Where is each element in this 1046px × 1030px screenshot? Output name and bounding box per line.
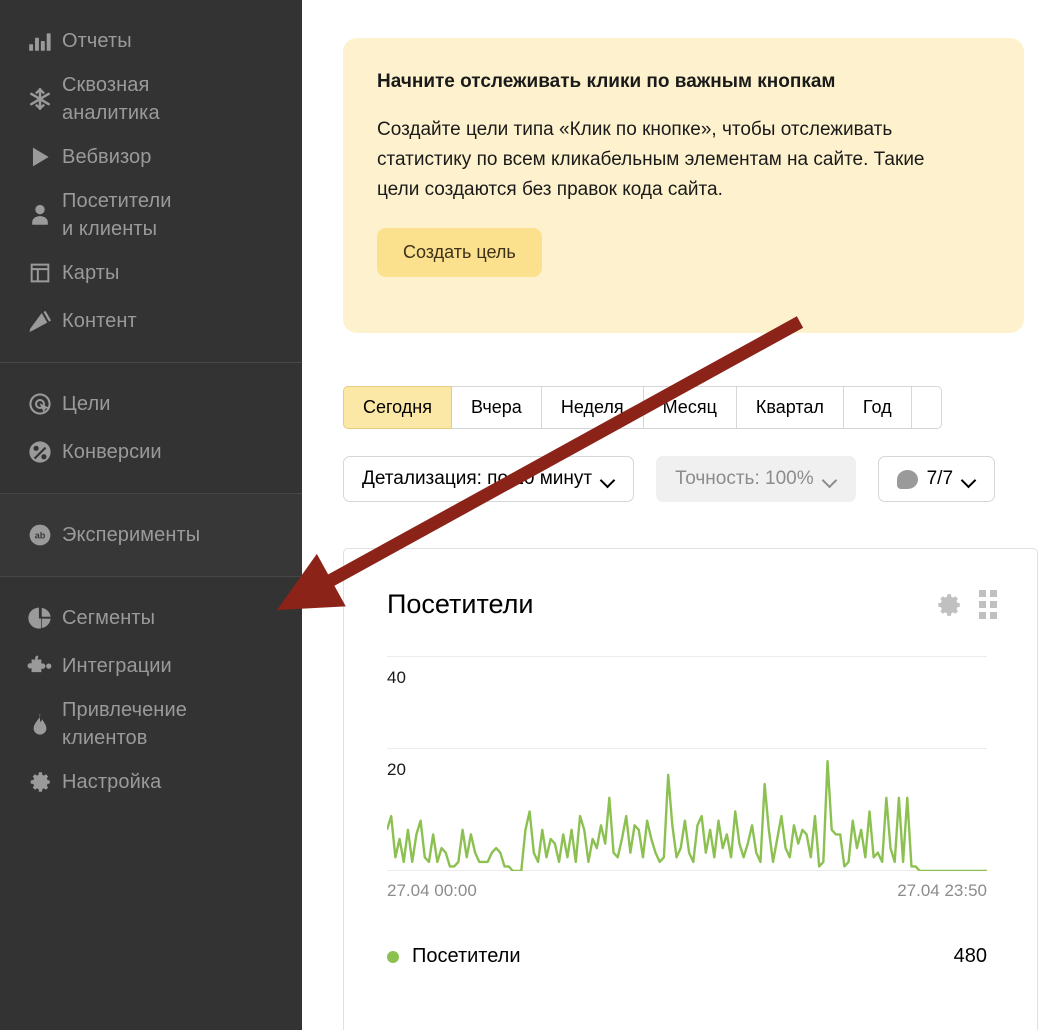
sidebar-item-label: Конверсии [62, 441, 162, 463]
promo-title: Начните отслеживать клики по важным кноп… [377, 71, 836, 92]
pie-chart-icon [18, 600, 62, 636]
sidebar-group-spacer [0, 345, 302, 362]
gear-icon [18, 764, 62, 800]
app-root: Отчеты Сквозная аналитика Вебвизор Посетите… [0, 0, 1046, 1030]
promo-body: Создайте цели типа «Клик по кнопке», что… [377, 119, 925, 200]
promo-banner: Начните отслеживать клики по важным кноп… [343, 38, 1024, 333]
x-axis-start-label: 27.04 00:00 [387, 881, 477, 900]
sidebar-item-сегменты[interactable]: Сегменты [0, 594, 302, 642]
play-icon [18, 139, 62, 175]
period-tab-сегодня[interactable]: Сегодня [343, 386, 452, 429]
period-tab-custom-range[interactable] [911, 386, 942, 429]
period-tab-вчера[interactable]: Вчера [452, 386, 542, 429]
sidebar-group-spacer [0, 476, 302, 493]
sidebar-item-label: Цели [62, 393, 111, 415]
chart-plot-area: 40 20 [387, 656, 987, 871]
sidebar-group-spacer [0, 494, 302, 511]
period-tab-год[interactable]: Год [843, 386, 912, 429]
chevron-down-icon [601, 475, 615, 483]
sidebar-item-label: Посетители и клиенты [62, 190, 172, 240]
legend-value: 480 [953, 945, 987, 967]
sidebar-item-посетители-и-клиенты[interactable]: Посетители и клиенты [0, 181, 302, 249]
sidebar-item-label: Отчеты [62, 30, 132, 52]
accuracy-label: Точность: 100% [675, 468, 814, 489]
sidebar-item-настройка[interactable]: Настройка [0, 758, 302, 806]
sidebar-group-spacer [0, 806, 302, 823]
create-goal-button[interactable]: Создать цель [377, 228, 542, 277]
person-icon [18, 197, 62, 233]
period-tab-неделя[interactable]: Неделя [541, 386, 644, 429]
sidebar-item-цели[interactable]: Цели [0, 380, 302, 428]
sidebar-item-интеграции[interactable]: Интеграции [0, 642, 302, 690]
sidebar-group-spacer [0, 577, 302, 594]
flame-icon [18, 706, 62, 742]
chart-card-actions [937, 590, 997, 619]
sidebar-item-эксперименты[interactable]: ab Эксперименты [0, 511, 302, 559]
detalization-dropdown[interactable]: Детализация: по 10 минут [343, 456, 635, 502]
visitors-series-line [387, 761, 987, 871]
period-tab-квартал[interactable]: Квартал [736, 386, 844, 429]
svg-text:ab: ab [35, 531, 46, 541]
layout-icon [18, 255, 62, 291]
speech-bubble-icon [896, 469, 918, 489]
legend-color-dot [387, 950, 399, 963]
comments-label: 7/7 [926, 468, 954, 489]
snowflake-analytics-icon [18, 81, 62, 117]
sidebar: Отчеты Сквозная аналитика Вебвизор Посетите… [0, 0, 302, 1030]
sidebar-group-1: Цели Конверсии [0, 362, 302, 493]
accuracy-dropdown[interactable]: Точность: 100% [656, 456, 856, 502]
main-content: Начните отслеживать клики по важным кноп… [302, 0, 1046, 1030]
grid-icon[interactable] [979, 590, 997, 619]
chevron-down-icon [962, 475, 976, 483]
sidebar-item-label: Контент [62, 310, 137, 332]
x-axis-end-label: 27.04 23:50 [897, 881, 987, 900]
pencil-icon [18, 303, 62, 339]
sidebar-item-label: Сегменты [62, 607, 156, 629]
sidebar-item-label: Вебвизор [62, 146, 152, 168]
sidebar-group-spacer [0, 363, 302, 380]
period-tab-месяц[interactable]: Месяц [643, 386, 737, 429]
legend-label: Посетители [412, 945, 521, 967]
target-cursor-icon [18, 386, 62, 422]
sidebar-group-spacer [0, 559, 302, 576]
sidebar-item-label: Привлечение клиентов [62, 699, 187, 749]
sidebar-item-контент[interactable]: Контент [0, 297, 302, 345]
sidebar-item-label: Эксперименты [62, 524, 201, 546]
sidebar-group-0: Отчеты Сквозная аналитика Вебвизор Посетите… [0, 0, 302, 362]
sidebar-group-spacer [0, 0, 302, 17]
ab-test-icon: ab [18, 517, 62, 553]
visitors-line-chart [387, 656, 987, 871]
sidebar-item-конверсии[interactable]: Конверсии [0, 428, 302, 476]
sidebar-item-карты[interactable]: Карты [0, 249, 302, 297]
detalization-label: Детализация: по 10 минут [362, 468, 593, 489]
visitors-chart-card: Посетители 40 20 27.04 00:00 27.04 23:50… [343, 548, 1038, 1030]
chevron-down-icon [823, 475, 837, 483]
sidebar-item-label: Карты [62, 262, 120, 284]
chart-legend: Посетители 480 [387, 945, 987, 968]
sidebar-item-отчеты[interactable]: Отчеты [0, 17, 302, 65]
comments-dropdown[interactable]: 7/7 [877, 456, 996, 502]
bar-chart-icon [18, 23, 62, 59]
sidebar-item-label: Сквозная аналитика [62, 74, 160, 124]
chart-card-header: Посетители [344, 549, 1037, 620]
sidebar-item-привлечение-клиентов[interactable]: Привлечение клиентов [0, 690, 302, 758]
period-tabs: Сегодня Вчера Неделя Месяц Квартал Год [343, 386, 942, 429]
gear-icon[interactable] [937, 592, 963, 618]
puzzle-icon [18, 648, 62, 684]
sidebar-group-3: Сегменты Интеграции Привлечение клиентов На… [0, 576, 302, 823]
chart-x-axis: 27.04 00:00 27.04 23:50 [387, 881, 987, 901]
filters-row: Детализация: по 10 минут Точность: 100% … [343, 456, 996, 502]
sidebar-item-сквозная-аналитика[interactable]: Сквозная аналитика [0, 65, 302, 133]
sidebar-group-2: ab Эксперименты [0, 493, 302, 576]
chart-title: Посетители [387, 589, 534, 619]
sidebar-item-вебвизор[interactable]: Вебвизор [0, 133, 302, 181]
sidebar-item-label: Настройка [62, 771, 162, 793]
percent-icon [18, 434, 62, 470]
sidebar-item-label: Интеграции [62, 655, 172, 677]
